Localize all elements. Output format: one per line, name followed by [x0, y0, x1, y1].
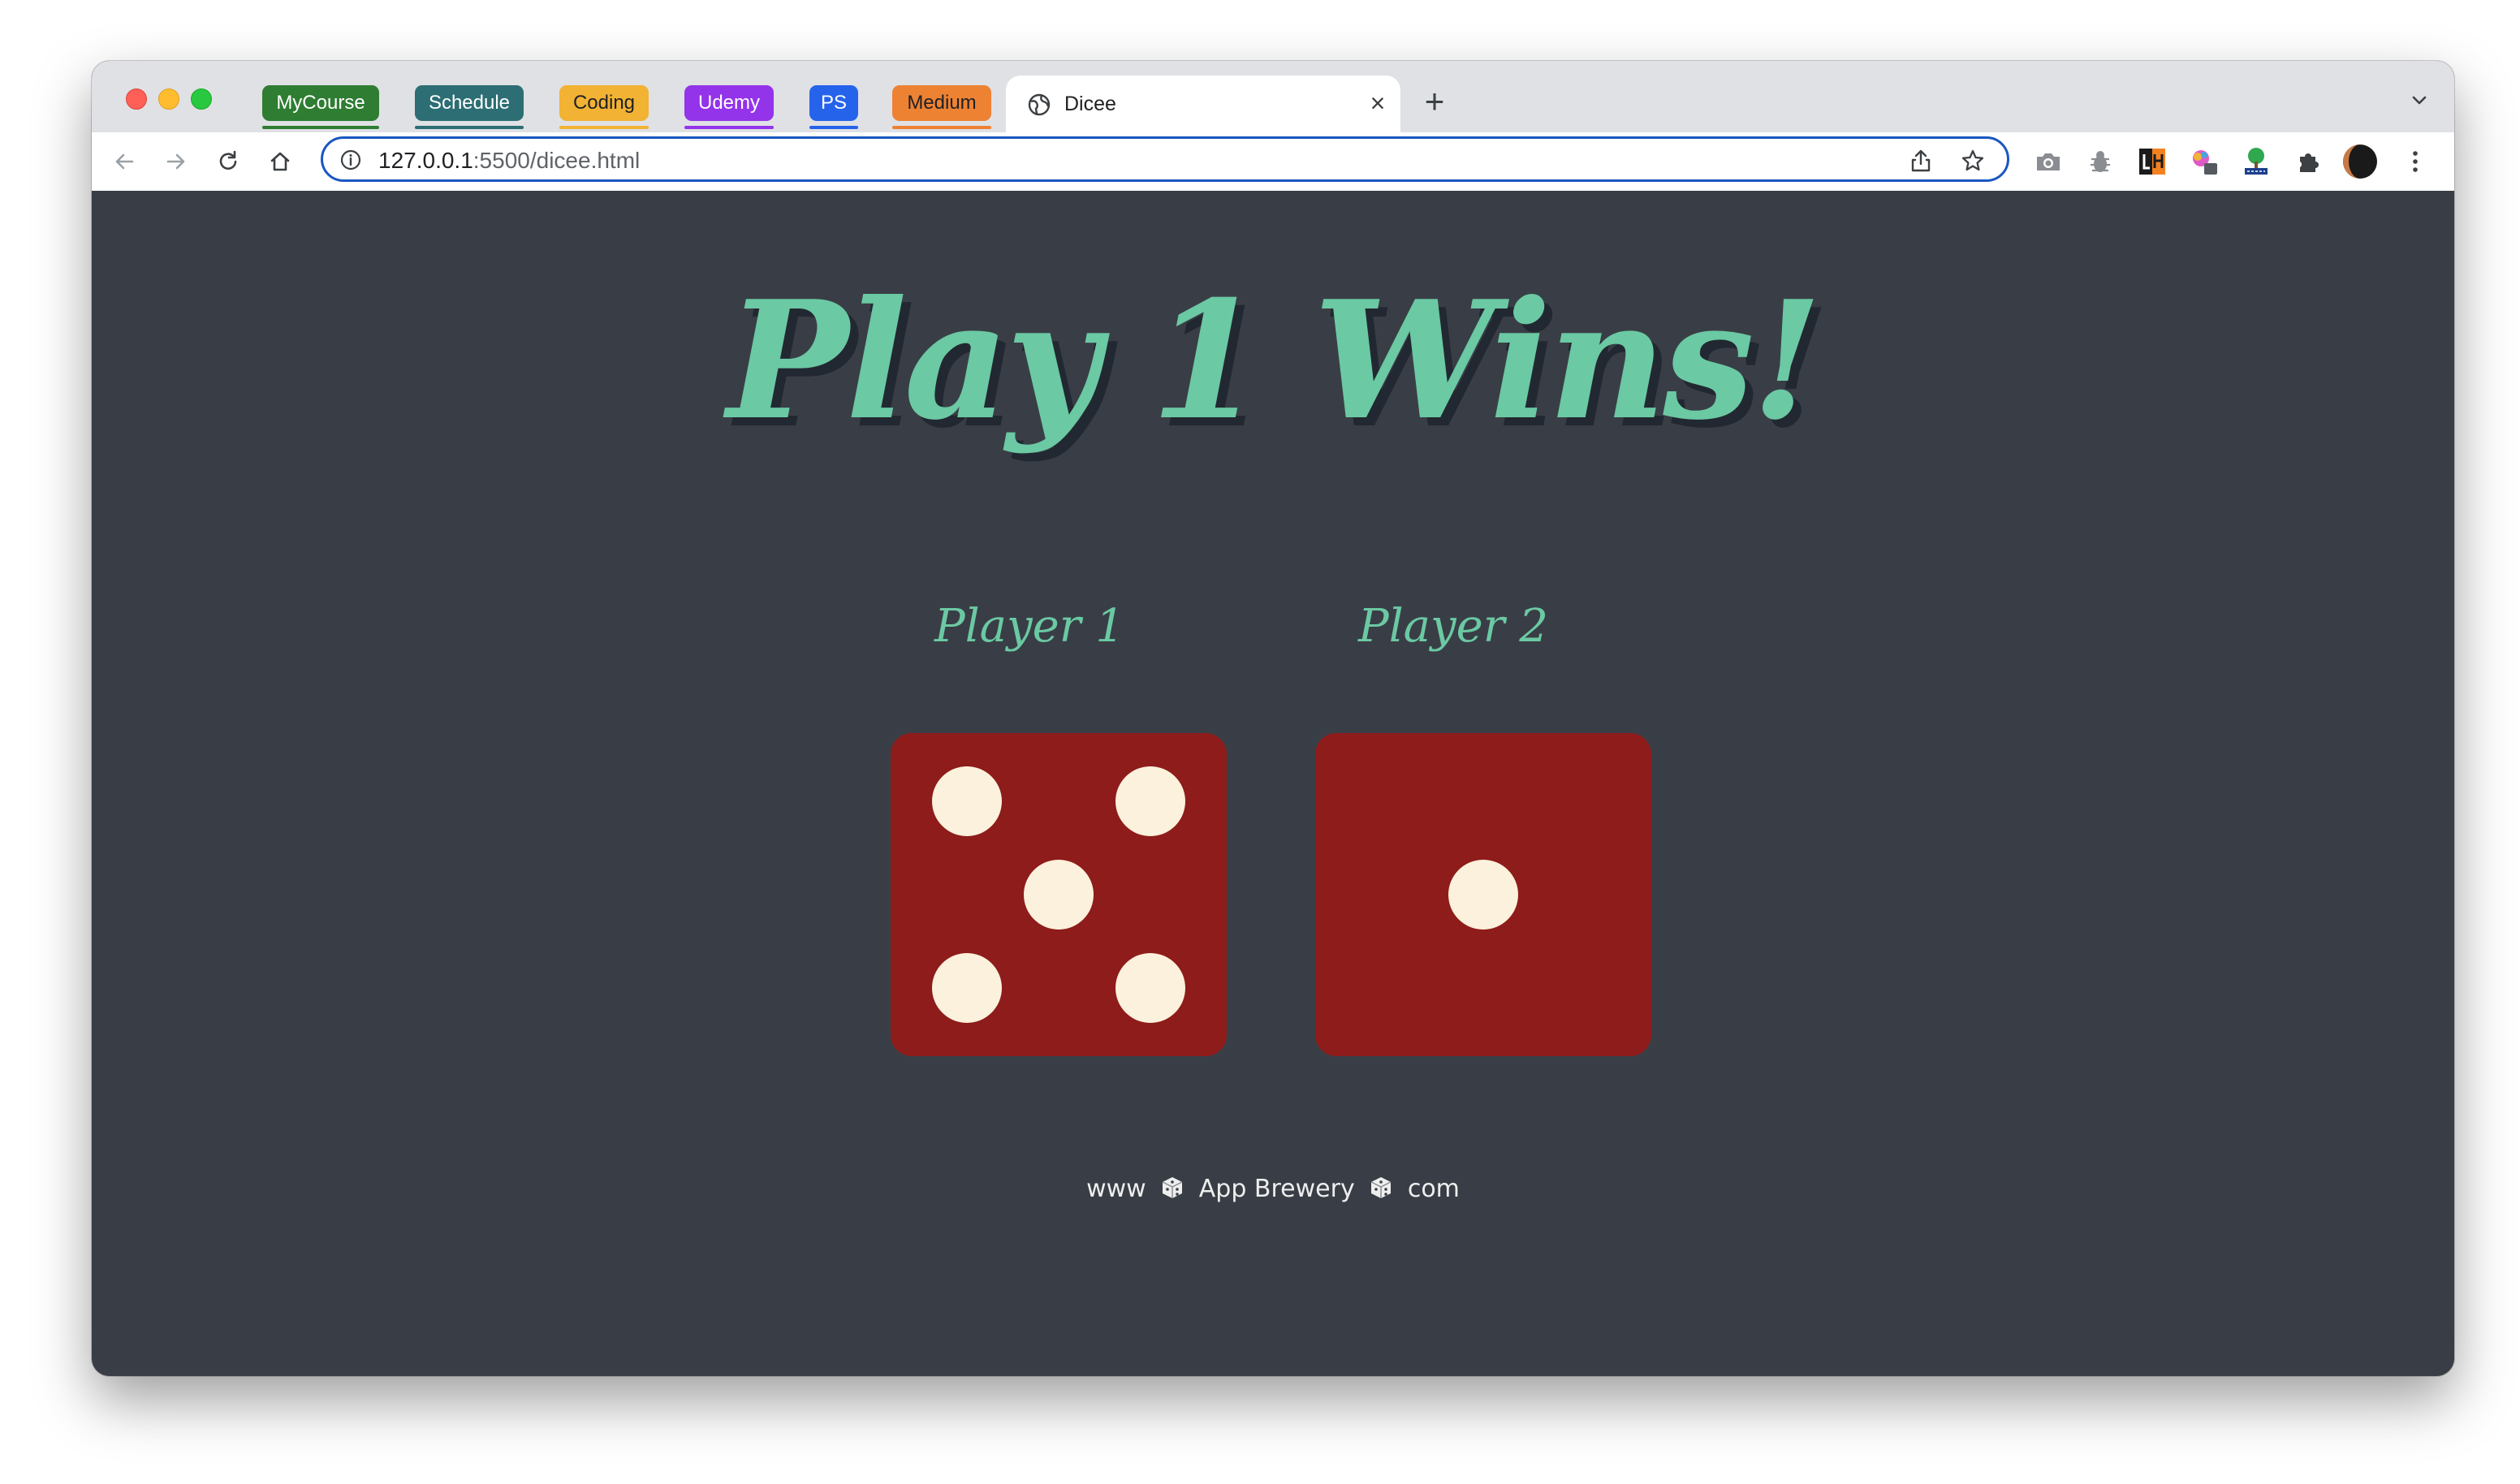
tab-group-schedule[interactable]: Schedule [415, 85, 524, 121]
globe-icon [1028, 93, 1051, 116]
player-2-label: Player 2 [1358, 600, 1548, 653]
player-1-label: Player 1 [934, 600, 1124, 653]
footer-prefix: www [1086, 1175, 1146, 1203]
dicee-page: Play 1 Wins! Player 1 Player 2 www App B… [92, 191, 2454, 1376]
url-path: :5500/dicee.html [472, 148, 641, 173]
footer-suffix: com [1407, 1175, 1460, 1203]
extensions-puzzle-icon[interactable] [2292, 145, 2324, 178]
site-info-icon[interactable] [339, 149, 362, 171]
url-text: 127.0.0.1:5500/dicee.html [378, 148, 640, 174]
maximize-window-button[interactable] [191, 88, 212, 110]
close-window-button[interactable] [126, 88, 147, 110]
dice-icon [1162, 1177, 1183, 1198]
winner-headline: Play 1 Wins! [727, 265, 1822, 456]
tab-group-udemy[interactable]: Udemy [684, 85, 774, 121]
dice-icon [1370, 1177, 1392, 1198]
player-2-die-pip-1 [1448, 860, 1518, 930]
tab-group-mycourse-underline [262, 126, 379, 129]
tab-group-coding[interactable]: Coding [559, 85, 649, 121]
tab-strip: MyCourse Schedule Coding Udemy PS Medium… [92, 61, 2454, 132]
tab-group-ps[interactable]: PS [809, 85, 858, 121]
tab-group-schedule-underline [415, 126, 524, 129]
more-menu-icon[interactable] [2399, 145, 2432, 178]
player-1-die-pip-1 [932, 766, 1002, 836]
player-1-die-pip-2 [1115, 766, 1185, 836]
color-picker-extension-icon[interactable] [2188, 145, 2220, 178]
browser-toolbar: 127.0.0.1:5500/dicee.html [92, 132, 2454, 192]
player-1-die-pip-3 [1024, 860, 1094, 930]
address-bar[interactable]: 127.0.0.1:5500/dicee.html [321, 136, 2009, 182]
home-icon[interactable] [265, 147, 295, 176]
lighthouse-extension-icon[interactable] [2136, 145, 2168, 178]
tab-search-icon[interactable] [2407, 88, 2432, 113]
back-icon[interactable] [110, 147, 139, 176]
tab-title: Dicee [1064, 93, 1116, 115]
browser-window: MyCourse Schedule Coding Udemy PS Medium… [92, 61, 2454, 1376]
bookmark-star-icon[interactable] [1960, 148, 1986, 174]
html-tree-extension-icon[interactable] [2240, 145, 2272, 178]
forward-icon[interactable] [162, 147, 191, 176]
url-host: 127.0.0.1 [378, 148, 473, 173]
profile-avatar[interactable] [2342, 144, 2378, 179]
tab-group-udemy-underline [684, 126, 774, 129]
close-tab-icon[interactable]: × [1363, 88, 1392, 118]
minimize-window-button[interactable] [158, 88, 179, 110]
new-tab-button[interactable]: + [1420, 84, 1449, 119]
camera-extension-icon[interactable] [2032, 145, 2065, 178]
share-icon[interactable] [1908, 148, 1934, 174]
tab-group-ps-underline [809, 126, 858, 129]
footer-brand: App Brewery [1198, 1175, 1355, 1203]
player-1-die-pip-4 [932, 953, 1002, 1023]
tab-group-medium[interactable]: Medium [892, 85, 991, 121]
player-1-die-pip-5 [1115, 953, 1185, 1023]
footer-credit: www App Brewery com [92, 1173, 2454, 1206]
tab-group-mycourse[interactable]: MyCourse [262, 85, 379, 121]
reload-icon[interactable] [214, 147, 243, 176]
tab-group-coding-underline [559, 126, 649, 129]
player-2-die [1315, 733, 1651, 1056]
tab-dicee[interactable]: Dicee × [1006, 75, 1400, 132]
bug-extension-icon[interactable] [2084, 145, 2117, 178]
tab-group-medium-underline [892, 126, 991, 129]
player-1-die [891, 733, 1227, 1056]
